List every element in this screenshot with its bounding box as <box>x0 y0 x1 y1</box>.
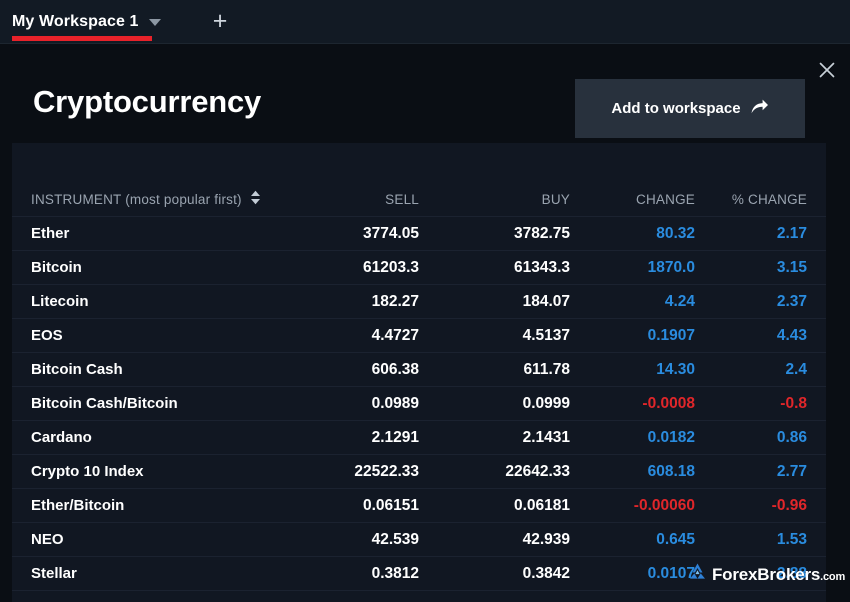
cell-change: 4.24 <box>665 293 695 311</box>
cell-pct-change: 2.37 <box>777 293 807 311</box>
chevron-down-icon[interactable] <box>149 19 161 26</box>
cell-sell: 61203.3 <box>363 259 419 277</box>
cell-buy: 184.07 <box>523 293 570 311</box>
workspace-tab-label: My Workspace 1 <box>12 13 139 31</box>
column-header-instrument[interactable]: INSTRUMENT (most popular first) <box>31 190 261 208</box>
cell-sell: 0.06151 <box>363 497 419 515</box>
cell-pct-change: 3.15 <box>777 259 807 277</box>
table-row[interactable]: Bitcoin Cash 606.38 611.78 14.30 2.4 <box>12 353 826 387</box>
cell-pct-change: 2.17 <box>777 225 807 243</box>
add-workspace-tab-button[interactable]: + <box>207 9 233 35</box>
cell-pct-change: 2.4 <box>785 361 807 379</box>
cell-buy: 42.939 <box>523 531 570 549</box>
app-root: My Workspace 1 + Cryptocurrency Add to w… <box>0 0 850 602</box>
cell-sell: 4.4727 <box>372 327 419 345</box>
table-header-row: INSTRUMENT (most popular first) SELL BUY… <box>12 182 826 217</box>
instrument-table-panel: INSTRUMENT (most popular first) SELL BUY… <box>12 143 826 602</box>
cell-pct-change: 4.43 <box>777 327 807 345</box>
cell-sell: 0.3812 <box>372 565 419 583</box>
add-to-workspace-button[interactable]: Add to workspace <box>575 79 805 138</box>
share-arrow-icon <box>750 98 769 119</box>
page-title: Cryptocurrency <box>33 84 261 120</box>
table-row[interactable]: EOS 4.4727 4.5137 0.1907 4.43 <box>12 319 826 353</box>
table-row[interactable]: Stellar 0.3812 0.3842 0.0107 2.88 <box>12 557 826 591</box>
workspace-tab-bar: My Workspace 1 + <box>0 0 850 44</box>
cell-change: -0.0008 <box>642 395 695 413</box>
cell-instrument: NEO <box>31 531 64 548</box>
column-header-buy[interactable]: BUY <box>542 192 570 207</box>
cell-pct-change: -0.96 <box>772 497 807 515</box>
cell-instrument: Ether <box>31 225 69 242</box>
cell-pct-change: 2.88 <box>777 565 807 583</box>
cell-buy: 611.78 <box>523 361 570 379</box>
cell-change: 80.32 <box>656 225 695 243</box>
cell-change: 0.645 <box>656 531 695 549</box>
table-row[interactable]: Cardano 2.1291 2.1431 0.0182 0.86 <box>12 421 826 455</box>
cell-buy: 2.1431 <box>523 429 570 447</box>
table-row[interactable]: Litecoin 182.27 184.07 4.24 2.37 <box>12 285 826 319</box>
cell-sell: 22522.33 <box>354 463 419 481</box>
column-header-change[interactable]: CHANGE <box>636 192 695 207</box>
cell-change: 0.0107 <box>648 565 695 583</box>
cell-change: 14.30 <box>656 361 695 379</box>
cell-sell: 606.38 <box>372 361 419 379</box>
cell-instrument: EOS <box>31 327 63 344</box>
cell-sell: 0.0989 <box>372 395 419 413</box>
cell-instrument: Litecoin <box>31 293 89 310</box>
cell-pct-change: 2.77 <box>777 463 807 481</box>
cell-change: 0.1907 <box>648 327 695 345</box>
cell-sell: 2.1291 <box>372 429 419 447</box>
table-row[interactable]: Ether/Bitcoin 0.06151 0.06181 -0.00060 -0.96 <box>12 489 826 523</box>
table-row[interactable]: Bitcoin 61203.3 61343.3 1870.0 3.15 <box>12 251 826 285</box>
cell-instrument: Stellar <box>31 565 77 582</box>
cell-instrument: Bitcoin Cash/Bitcoin <box>31 395 178 412</box>
cell-change: 1870.0 <box>648 259 695 277</box>
active-tab-underline <box>12 36 152 41</box>
cell-buy: 3782.75 <box>514 225 570 243</box>
cell-change: -0.00060 <box>634 497 695 515</box>
cell-instrument: Ether/Bitcoin <box>31 497 124 514</box>
cell-pct-change: 1.53 <box>777 531 807 549</box>
cell-pct-change: 0.86 <box>777 429 807 447</box>
column-header-instrument-label: INSTRUMENT (most popular first) <box>31 192 242 207</box>
cell-instrument: Bitcoin Cash <box>31 361 123 378</box>
cell-buy: 0.3842 <box>523 565 570 583</box>
cell-buy: 0.0999 <box>523 395 570 413</box>
cell-sell: 42.539 <box>372 531 419 549</box>
table-row[interactable]: NEO 42.539 42.939 0.645 1.53 <box>12 523 826 557</box>
cell-sell: 3774.05 <box>363 225 419 243</box>
table-row[interactable]: Ether 3774.05 3782.75 80.32 2.17 <box>12 217 826 251</box>
cell-instrument: Cardano <box>31 429 92 446</box>
table-body: Ether 3774.05 3782.75 80.32 2.17 Bitcoin 61203… <box>12 217 826 591</box>
close-icon[interactable] <box>813 56 841 84</box>
cell-buy: 4.5137 <box>523 327 570 345</box>
cell-change: 608.18 <box>648 463 695 481</box>
cell-instrument: Bitcoin <box>31 259 82 276</box>
cell-buy: 0.06181 <box>514 497 570 515</box>
cell-sell: 182.27 <box>372 293 419 311</box>
sort-updown-icon[interactable] <box>250 190 261 208</box>
add-to-workspace-label: Add to workspace <box>611 100 740 117</box>
cell-pct-change: -0.8 <box>780 395 807 413</box>
cell-change: 0.0182 <box>648 429 695 447</box>
column-header-sell[interactable]: SELL <box>385 192 419 207</box>
table-row[interactable]: Crypto 10 Index 22522.33 22642.33 608.18 2.7… <box>12 455 826 489</box>
cell-instrument: Crypto 10 Index <box>31 463 144 480</box>
cell-buy: 22642.33 <box>505 463 570 481</box>
column-header-pct-change[interactable]: % CHANGE <box>732 192 807 207</box>
cell-buy: 61343.3 <box>514 259 570 277</box>
table-row[interactable]: Bitcoin Cash/Bitcoin 0.0989 0.0999 -0.0008 -… <box>12 387 826 421</box>
